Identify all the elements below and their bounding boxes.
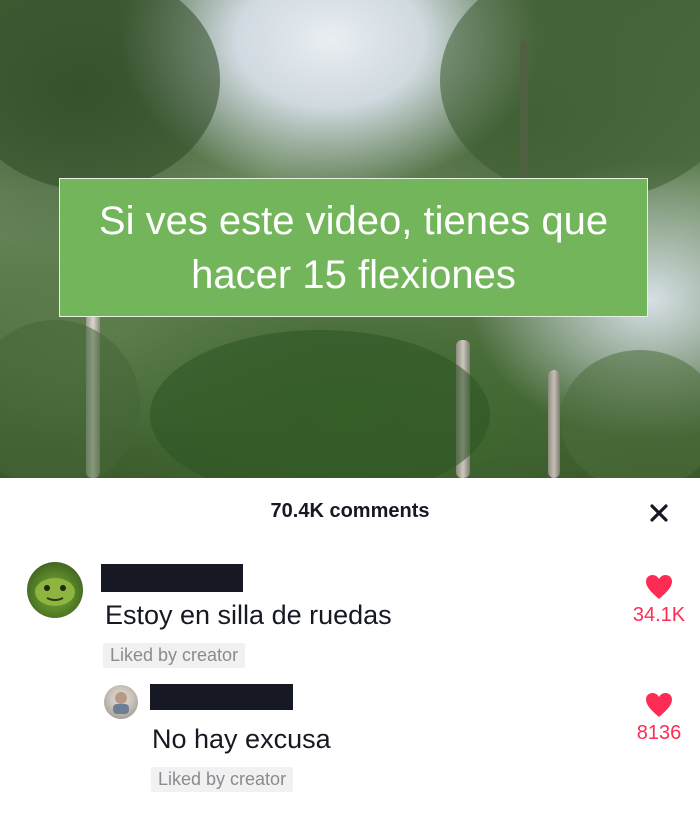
avatar-image (113, 692, 129, 714)
foliage (560, 350, 700, 478)
heart-icon (646, 575, 672, 599)
caption-banner: Si ves este video, tienes que hacer 15 f… (59, 178, 648, 317)
like-count: 8136 (636, 722, 682, 744)
liked-by-creator-badge: Liked by creator (151, 767, 294, 792)
avatar-image (35, 578, 75, 606)
foliage (0, 0, 220, 190)
foliage (440, 0, 700, 200)
comments-sheet: 70.4K comments Estoy en silla de ruedas … (0, 478, 700, 824)
avatar[interactable] (27, 562, 83, 618)
comment-count: 70.4K comments (270, 500, 430, 522)
close-button[interactable] (644, 498, 674, 528)
caption-text: Si ves este video, tienes que hacer 15 f… (98, 198, 609, 297)
close-icon (650, 504, 668, 522)
redacted-username (101, 564, 243, 592)
comments-header: 70.4K comments (0, 478, 700, 544)
foliage (0, 320, 140, 478)
video-frame[interactable]: Si ves este video, tienes que hacer 15 f… (0, 0, 700, 478)
comment-text: No hay excusa (152, 724, 331, 754)
tree-trunk (548, 370, 560, 478)
heart-icon (646, 693, 672, 717)
comment-text: Estoy en silla de ruedas (105, 600, 392, 630)
like-button[interactable]: 8136 (624, 692, 694, 745)
foliage (150, 330, 490, 478)
avatar[interactable] (104, 685, 138, 719)
liked-by-creator-badge: Liked by creator (103, 643, 246, 668)
redacted-username (150, 684, 293, 710)
like-count: 34.1K (632, 604, 686, 626)
like-button[interactable]: 34.1K (624, 574, 694, 627)
